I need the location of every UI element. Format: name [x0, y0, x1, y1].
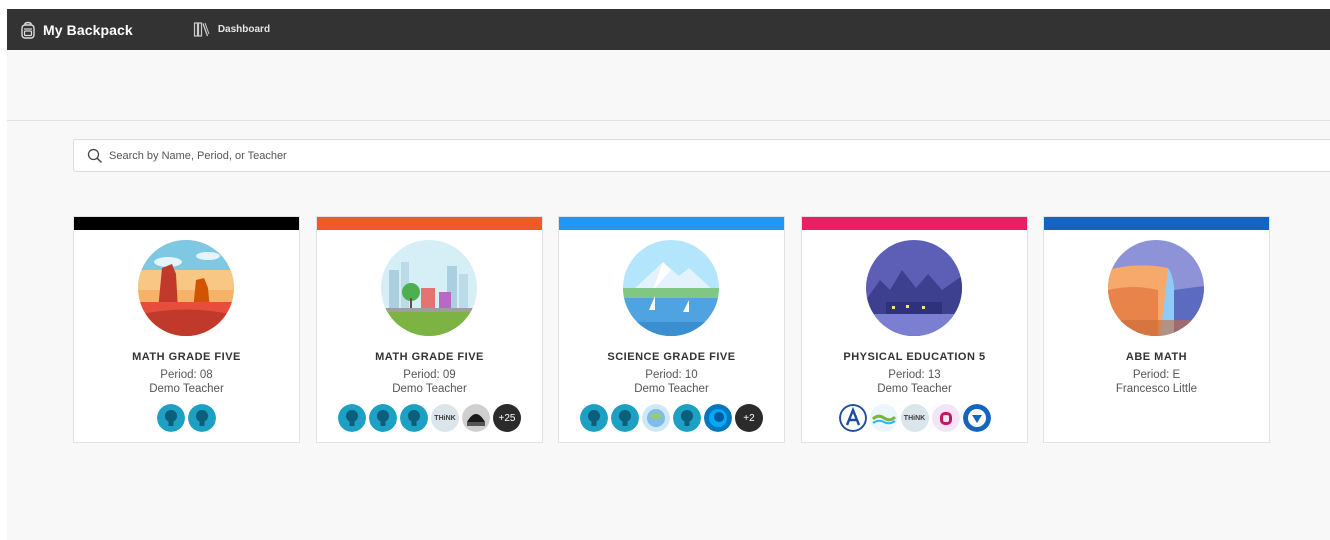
lightbulb-app-icon[interactable] — [400, 404, 428, 432]
card-color-band — [1044, 217, 1269, 230]
class-period: Period: 13 — [888, 369, 941, 381]
class-period: Period: E — [1132, 369, 1181, 381]
lightbulb-app-icon[interactable] — [580, 404, 608, 432]
app-icon-row — [74, 404, 299, 432]
search-icon — [87, 148, 103, 164]
app-icon-row: +2 — [559, 404, 784, 432]
class-period: Period: 10 — [645, 369, 698, 381]
waterfall-cliff-art — [1108, 240, 1204, 336]
class-period: Period: 08 — [160, 369, 213, 381]
class-teacher: Francesco Little — [1115, 383, 1198, 395]
lightbulb-app-icon[interactable] — [369, 404, 397, 432]
think-app-icon[interactable]: THiNK — [431, 404, 459, 432]
card-color-band — [559, 217, 784, 230]
class-teacher: Demo Teacher — [149, 383, 224, 395]
class-title: SCIENCE GRADE FIVE — [607, 351, 736, 363]
desert-canyon-art — [138, 240, 234, 336]
nav-dashboard[interactable]: Dashboard — [193, 21, 270, 38]
card-color-band — [802, 217, 1027, 230]
card-color-band — [74, 217, 299, 230]
class-title: ABE MATH — [1125, 351, 1188, 363]
mountain-lake-art — [623, 240, 719, 336]
class-card[interactable]: SCIENCE GRADE FIVE Period: 10 Demo Teach… — [558, 216, 785, 443]
q-app-icon[interactable] — [931, 404, 960, 432]
class-title: MATH GRADE FIVE — [375, 351, 484, 363]
app-icon-row: THiNK +25 — [317, 404, 542, 432]
more-apps-badge[interactable]: +25 — [493, 404, 521, 432]
class-teacher: Demo Teacher — [392, 383, 467, 395]
class-teacher: Demo Teacher — [877, 383, 952, 395]
search-bar — [73, 139, 1330, 172]
app-frame: My Backpack Dashboard Search by Name, Pe… — [7, 9, 1330, 540]
class-teacher: Demo Teacher — [634, 383, 709, 395]
night-town-art — [866, 240, 962, 336]
top-navbar: My Backpack Dashboard — [7, 9, 1330, 50]
brand-title: My Backpack — [43, 21, 133, 38]
class-card[interactable]: MATH GRADE FIVE Period: 09 Demo Teacher … — [316, 216, 543, 443]
lightbulb-app-icon[interactable] — [673, 404, 701, 432]
card-color-band — [317, 217, 542, 230]
backpack-icon — [19, 21, 37, 39]
books-icon — [193, 21, 210, 38]
lightbulb-app-icon[interactable] — [188, 404, 216, 432]
swirl-app-icon[interactable] — [704, 404, 732, 432]
more-apps-badge[interactable]: +2 — [735, 404, 763, 432]
header-divider — [7, 120, 1330, 121]
class-card[interactable]: MATH GRADE FIVE Period: 08 Demo Teacher — [73, 216, 300, 443]
wave-app-icon[interactable] — [869, 404, 898, 432]
class-card[interactable]: ABE MATH Period: E Francesco Little — [1043, 216, 1270, 443]
app-icon-row: THiNK — [802, 404, 1027, 432]
class-title: PHYSICAL EDUCATION 5 — [843, 351, 986, 363]
search-input[interactable] — [109, 149, 709, 162]
city-park-art — [381, 240, 477, 336]
think-app-icon[interactable]: THiNK — [900, 404, 929, 432]
class-card[interactable]: PHYSICAL EDUCATION 5 Period: 13 Demo Tea… — [801, 216, 1028, 443]
a-logo-app-icon[interactable] — [838, 404, 867, 432]
dome-app-icon[interactable] — [462, 404, 490, 432]
lightbulb-app-icon[interactable] — [338, 404, 366, 432]
globe-app-icon[interactable] — [642, 404, 670, 432]
nav-dashboard-label: Dashboard — [217, 24, 271, 35]
shield-app-icon[interactable] — [962, 404, 991, 432]
class-period: Period: 09 — [403, 369, 456, 381]
lightbulb-app-icon[interactable] — [157, 404, 185, 432]
lightbulb-app-icon[interactable] — [611, 404, 639, 432]
brand-link[interactable]: My Backpack — [19, 21, 133, 39]
class-title: MATH GRADE FIVE — [132, 351, 241, 363]
